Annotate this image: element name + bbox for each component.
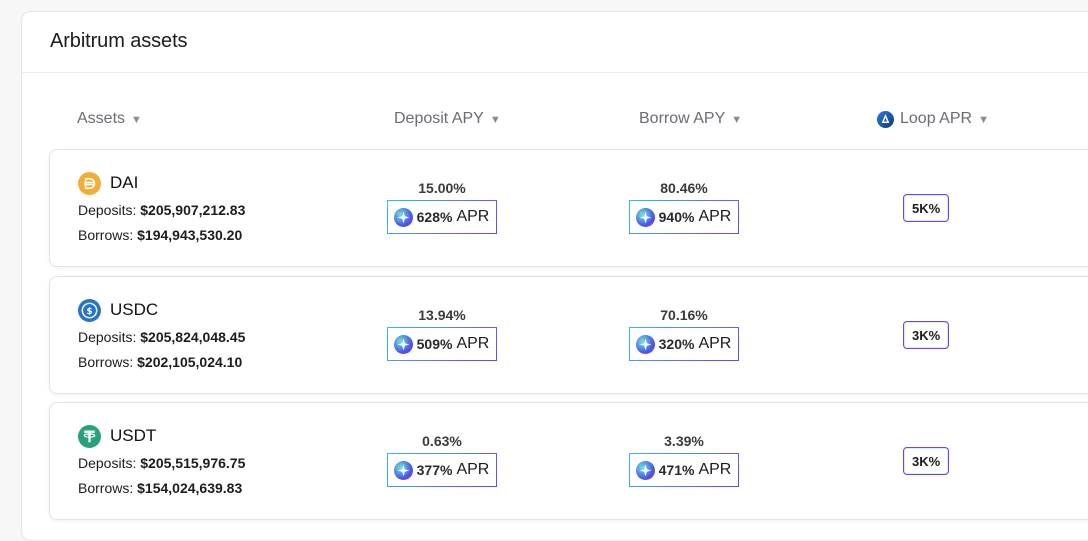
borrow-apy-cell: 70.16% 320% APR <box>624 306 744 361</box>
loop-apr-badge[interactable]: 5K% <box>903 194 950 222</box>
column-header-loop-apr[interactable]: Loop APR ▼ <box>877 110 989 128</box>
deposits-value: $205,824,048.45 <box>140 329 246 345</box>
deposits-line: Deposits: $205,824,048.45 <box>78 327 245 348</box>
apr-percent: 320% <box>658 336 695 352</box>
apr-percent: 628% <box>416 209 453 225</box>
borrows-line: Borrows: $194,943,530.20 <box>78 225 245 246</box>
column-header-label: Loop APR <box>900 110 973 127</box>
apr-label: APR <box>698 208 732 225</box>
reward-star-icon <box>635 207 655 227</box>
deposits-label: Deposits: <box>78 202 137 218</box>
deposit-apr-badge[interactable]: 628% APR <box>386 200 498 234</box>
apr-label: APR <box>456 208 490 225</box>
loop-apr-badge[interactable]: 3K% <box>903 321 950 349</box>
assets-panel: Arbitrum assets Assets ▼ Deposit APY ▼ B… <box>21 11 1088 541</box>
apr-label: APR <box>698 461 732 478</box>
deposit-apy-cell: 13.94% 509% APR <box>382 306 502 361</box>
apr-percent: 377% <box>416 462 453 478</box>
deposit-apy-cell: 15.00% 628% APR <box>382 179 502 234</box>
column-header-assets[interactable]: Assets ▼ <box>77 110 142 128</box>
asset-name: DAI <box>110 173 139 192</box>
sort-caret-icon: ▼ <box>978 114 989 126</box>
borrows-label: Borrows: <box>78 227 134 243</box>
apr-label: APR <box>698 335 732 352</box>
loop-logo-icon <box>877 110 894 128</box>
column-header-deposit-apy[interactable]: Deposit APY ▼ <box>394 110 501 128</box>
column-header-label: Assets <box>77 110 126 127</box>
asset-cell: USDT Deposits: $205,515,976.75 Borrows: … <box>78 423 245 499</box>
usdt-coin-icon <box>78 424 101 448</box>
deposit-apy-value: 13.94% <box>418 307 466 323</box>
borrow-apy-value: 80.46% <box>660 180 708 196</box>
asset-row-usdt[interactable]: USDT Deposits: $205,515,976.75 Borrows: … <box>49 402 1088 520</box>
deposits-label: Deposits: <box>78 455 137 471</box>
borrow-apr-badge[interactable]: 471% APR <box>628 453 740 487</box>
asset-cell: $ USDC Deposits: $205,824,048.45 Borrows… <box>78 297 245 373</box>
deposit-apr-badge[interactable]: 509% APR <box>386 327 498 361</box>
loop-apr-badge[interactable]: 3K% <box>903 447 950 475</box>
deposits-line: Deposits: $205,515,976.75 <box>78 453 245 474</box>
column-header-label: Borrow APY <box>639 110 726 127</box>
borrows-line: Borrows: $154,024,639.83 <box>78 478 245 499</box>
deposit-apy-value: 0.63% <box>422 433 462 449</box>
borrows-label: Borrows: <box>78 354 134 370</box>
borrow-apy-value: 70.16% <box>660 307 708 323</box>
borrows-value: $202,105,024.10 <box>137 354 243 370</box>
deposit-apy-cell: 0.63% 377% APR <box>382 432 502 487</box>
asset-cell: DAI Deposits: $205,907,212.83 Borrows: $… <box>78 170 245 246</box>
svg-text:$: $ <box>87 306 93 316</box>
sort-caret-icon: ▼ <box>489 114 501 126</box>
divider <box>22 72 1088 73</box>
column-header-borrow-apy[interactable]: Borrow APY ▼ <box>639 110 742 128</box>
sort-caret-icon: ▼ <box>731 114 743 126</box>
apr-label: APR <box>456 461 490 478</box>
borrows-value: $194,943,530.20 <box>137 227 243 243</box>
deposits-value: $205,907,212.83 <box>140 202 246 218</box>
deposits-value: $205,515,976.75 <box>140 455 246 471</box>
reward-star-icon <box>393 207 413 227</box>
reward-star-icon <box>393 460 413 480</box>
asset-row-usdc[interactable]: $ USDC Deposits: $205,824,048.45 Borrows… <box>49 276 1088 394</box>
asset-row-dai[interactable]: DAI Deposits: $205,907,212.83 Borrows: $… <box>49 149 1088 267</box>
panel-title: Arbitrum assets <box>50 30 188 52</box>
usdc-coin-icon: $ <box>78 298 101 322</box>
dai-coin-icon <box>78 171 101 195</box>
reward-star-icon <box>635 460 655 480</box>
borrow-apy-cell: 3.39% 471% APR <box>624 432 744 487</box>
borrows-line: Borrows: $202,105,024.10 <box>78 352 245 373</box>
column-header-label: Deposit APY <box>394 110 484 127</box>
apr-percent: 471% <box>658 462 695 478</box>
borrows-label: Borrows: <box>78 480 134 496</box>
apr-percent: 940% <box>658 209 695 225</box>
reward-star-icon <box>635 334 655 354</box>
deposits-label: Deposits: <box>78 329 137 345</box>
deposit-apr-badge[interactable]: 377% APR <box>386 453 498 487</box>
sort-caret-icon: ▼ <box>131 114 142 126</box>
asset-name: USDC <box>110 300 159 319</box>
borrows-value: $154,024,639.83 <box>137 480 243 496</box>
borrow-apr-badge[interactable]: 940% APR <box>628 200 740 234</box>
borrow-apy-cell: 80.46% 940% APR <box>624 179 744 234</box>
borrow-apr-badge[interactable]: 320% APR <box>628 327 740 361</box>
asset-name: USDT <box>110 426 157 445</box>
reward-star-icon <box>393 334 413 354</box>
deposit-apy-value: 15.00% <box>418 180 466 196</box>
borrow-apy-value: 3.39% <box>664 433 704 449</box>
deposits-line: Deposits: $205,907,212.83 <box>78 200 245 221</box>
apr-label: APR <box>456 335 490 352</box>
apr-percent: 509% <box>416 336 453 352</box>
